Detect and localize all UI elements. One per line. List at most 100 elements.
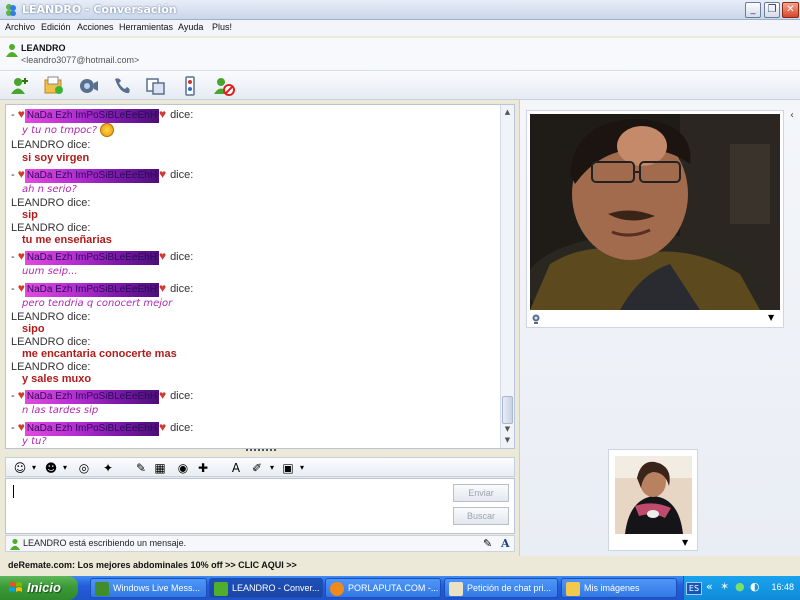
format-toolbar: ☺ ▾ ☻ ▾ ◎ ✦ ✎ ▦ ◉ ✚ A ✐ ▾ ▣ ▾ [5, 457, 515, 477]
phone-call-icon[interactable] [110, 74, 134, 98]
block-contact-icon[interactable] [212, 74, 236, 98]
folder-icon [566, 582, 580, 596]
tray-arrow-icon[interactable]: « [706, 580, 713, 593]
laughing-emoticon-icon [100, 123, 115, 137]
start-label: Inicio [27, 580, 61, 595]
search-button[interactable]: Buscar [453, 507, 509, 525]
scroll-thumb[interactable] [502, 396, 513, 424]
grid-icon[interactable]: ▦ [152, 460, 168, 476]
scroll-up-icon[interactable]: ▲ [503, 108, 512, 117]
contact-nickname: NaDa Ezh ImPoSiBLeEeEhH [24, 390, 159, 404]
message-text: n las tardes sip [22, 405, 99, 416]
chat-icon [214, 582, 228, 596]
document-icon [449, 582, 463, 596]
close-button[interactable]: ✕ [782, 2, 799, 18]
chevron-down-icon[interactable]: ▼ [682, 538, 688, 547]
sender-label: LEANDRO dice: [11, 336, 91, 348]
expand-panel-icon[interactable]: ‹ [790, 110, 794, 121]
invite-contact-icon[interactable] [8, 74, 32, 98]
send-button[interactable]: Enviar [453, 484, 509, 502]
messenger-icon [95, 582, 109, 596]
start-button[interactable]: Inicio [0, 576, 78, 600]
dice-label: dice: [170, 283, 194, 295]
language-indicator[interactable]: ES [686, 582, 702, 595]
chevron-down-icon[interactable]: ▾ [57, 460, 73, 476]
taskbar-item-label: PORLAPUTA.COM -... [348, 583, 439, 593]
scroll-down-icon[interactable]: ▼ [503, 425, 512, 434]
tray-messenger-icon[interactable]: ● [735, 580, 745, 593]
title-bar: LEANDRO - Conversación _ ❐ ✕ [0, 0, 800, 20]
taskbar-item-my-pictures[interactable]: Mis imágenes [561, 578, 677, 598]
menu-plus[interactable]: Plus! [212, 22, 232, 32]
taskbar-item-browser[interactable]: PORLAPUTA.COM -... [325, 578, 441, 598]
resize-grip[interactable] [246, 449, 276, 454]
contact-header: LEANDRO <leandro3077@hotmail.com> [0, 38, 800, 70]
video-call-icon[interactable] [76, 74, 100, 98]
webcam-icon[interactable] [531, 314, 541, 324]
contact-nickname: NaDa Ezh ImPoSiBLeEeEhH [24, 251, 159, 265]
tray-volume-icon[interactable]: ◐ [750, 580, 760, 593]
sender-label: LEANDRO dice: [11, 222, 91, 234]
games-icon[interactable] [178, 74, 202, 98]
buddy-icon [9, 538, 21, 550]
send-files-icon[interactable] [42, 74, 66, 98]
own-display-picture[interactable]: ▼ [608, 449, 698, 551]
scroll-down-more-icon[interactable]: ▼ [503, 436, 512, 445]
chevron-down-icon[interactable]: ▾ [264, 460, 280, 476]
share-folders-icon[interactable] [144, 74, 168, 98]
taskbar-item-messenger[interactable]: Windows Live Mess... [90, 578, 207, 598]
background-icon[interactable]: ✎ [133, 460, 149, 476]
dice-label: dice: [170, 390, 194, 402]
tray-app-icon[interactable]: ✶ [720, 580, 729, 593]
taskbar-item-chat-request[interactable]: Petición de chat pri... [444, 578, 558, 598]
windows-taskbar: Inicio Windows Live Mess... LEANDRO - Co… [0, 576, 800, 600]
contact-nickname: NaDa Ezh ImPoSiBLeEeEhH [24, 283, 159, 297]
heart-icon: ♥ [158, 107, 167, 121]
handwriting-icon[interactable]: ◉ [175, 460, 191, 476]
buddy-online-icon [6, 44, 18, 57]
heart-icon: ♥ [158, 281, 167, 295]
contact-webcam[interactable]: ▼ [526, 110, 784, 328]
chevron-down-icon[interactable]: ▼ [768, 313, 774, 322]
message-input[interactable]: Enviar Buscar [5, 478, 515, 534]
ad-text[interactable]: deRemate.com: Los mejores abdominales 10… [8, 560, 297, 570]
activities-icon[interactable]: ✚ [195, 460, 211, 476]
minimize-button[interactable]: _ [745, 2, 761, 18]
ad-banner[interactable]: deRemate.com: Los mejores abdominales 10… [0, 556, 800, 576]
voice-clip-icon[interactable]: ◎ [76, 460, 92, 476]
message-text: y tu? [22, 436, 47, 447]
windows-logo-icon [9, 582, 22, 592]
menu-edicion[interactable]: Edición [41, 22, 71, 32]
maximize-button[interactable]: ❐ [764, 2, 780, 18]
taskbar-item-conversation[interactable]: LEANDRO - Conver... [209, 578, 323, 598]
taskbar-item-label: Mis imágenes [584, 583, 640, 593]
taskbar-item-label: Windows Live Mess... [113, 583, 201, 593]
menu-acciones[interactable]: Acciones [77, 22, 114, 32]
message-text: si soy virgen [22, 152, 90, 164]
chat-log: - ♥ NaDa Ezh ImPoSiBLeEeEhH ♥ dice: y tu no… [11, 107, 194, 447]
pen-icon[interactable]: ✎ [483, 537, 492, 550]
chevron-down-icon[interactable]: ▾ [294, 460, 310, 476]
chevron-down-icon[interactable]: ▾ [26, 460, 42, 476]
menu-ayuda[interactable]: Ayuda [178, 22, 203, 32]
heart-icon: ♥ [17, 107, 25, 121]
heart-icon: ♥ [158, 167, 167, 181]
conversation-history[interactable]: - ♥ NaDa Ezh ImPoSiBLeEeEhH ♥ dice: y tu no… [5, 104, 515, 449]
taskbar-item-label: Petición de chat pri... [467, 583, 552, 593]
text-mode-icon[interactable]: A [501, 537, 510, 550]
color-brush-icon[interactable]: ✐ [249, 460, 265, 476]
firefox-icon [330, 582, 344, 596]
heart-icon: ♥ [158, 420, 167, 434]
menu-archivo[interactable]: Archivo [5, 22, 35, 32]
menu-herramientas[interactable]: Herramientas [119, 22, 173, 32]
message-text: sip [22, 209, 38, 221]
message-text: tu me enseñarias [22, 234, 112, 246]
heart-icon: ♥ [158, 249, 167, 263]
heart-icon: ♥ [158, 388, 167, 402]
nudge-icon[interactable]: ✦ [100, 460, 116, 476]
chat-scrollbar[interactable]: ▲ ▼ ▼ [500, 105, 514, 448]
taskbar-item-label: LEANDRO - Conver... [232, 583, 320, 593]
heart-icon: ♥ [17, 388, 25, 402]
font-icon[interactable]: A [228, 460, 244, 476]
window-title: LEANDRO - Conversación [22, 3, 177, 16]
